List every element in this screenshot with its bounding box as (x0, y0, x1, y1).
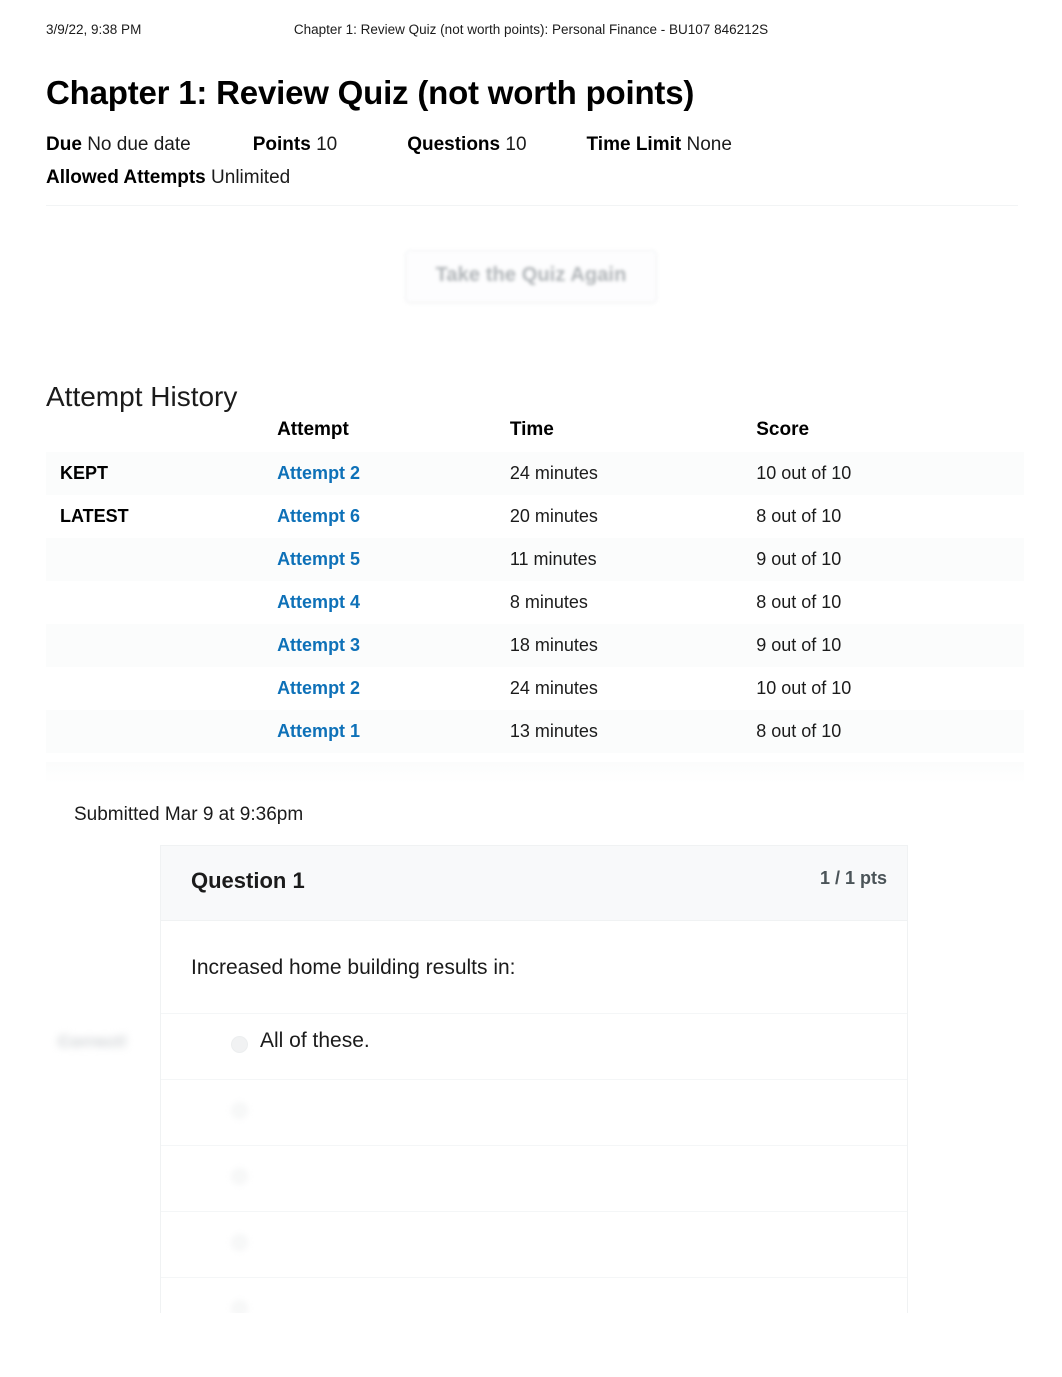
allowed-attempts-value: Unlimited (211, 167, 291, 188)
table-row: KEPT Attempt 2 24 minutes 10 out of 10 (46, 452, 1024, 495)
attempt-time: 20 minutes (509, 506, 598, 526)
take-quiz-again-button[interactable]: Take the Quiz Again (404, 250, 658, 303)
answer-option[interactable] (161, 1145, 907, 1211)
attempt-time: 18 minutes (509, 635, 598, 655)
attempt-score: 10 out of 10 (756, 463, 852, 483)
attempt-history-footer-band (46, 762, 1024, 784)
table-row: Attempt 3 18 minutes 9 out of 10 (46, 624, 1024, 667)
print-header: 3/9/22, 9:38 PM Chapter 1: Review Quiz (… (0, 22, 1062, 40)
question-prompt: Increased home building results in: (191, 956, 516, 979)
table-row: Attempt 2 24 minutes 10 out of 10 (46, 667, 1024, 710)
points-item: Points 10 (253, 128, 337, 161)
due-item: Due No due date (46, 128, 191, 161)
attempt-history-thead: Attempt Time Score (46, 412, 1024, 452)
answer-list: All of these. (161, 1013, 907, 1313)
due-label: Due (46, 134, 82, 155)
submitted-timestamp: Submitted Mar 9 at 9:36pm (74, 804, 304, 825)
metadata-divider (46, 205, 1018, 206)
attempt-score: 8 out of 10 (756, 721, 842, 741)
due-value: No due date (87, 134, 191, 155)
column-header-attempt: Attempt (277, 419, 349, 440)
answer-text (260, 1161, 383, 1185)
radio-button-icon[interactable] (231, 1036, 248, 1053)
time-limit-item: Time Limit None (587, 128, 732, 161)
table-row: LATEST Attempt 6 20 minutes 8 out of 10 (46, 495, 1024, 538)
allowed-attempts-item: Allowed Attempts Unlimited (46, 161, 290, 194)
attempt-time: 24 minutes (509, 678, 598, 698)
answer-text (260, 1095, 377, 1119)
column-header-time: Time (509, 419, 554, 440)
table-row: Attempt 1 13 minutes 8 out of 10 (46, 710, 1024, 753)
correct-answer-marker: Correct! (58, 1032, 128, 1051)
attempt-link[interactable]: Attempt 6 (277, 506, 360, 526)
attempt-link[interactable]: Attempt 2 (277, 678, 360, 698)
page-title: Chapter 1: Review Quiz (not worth points… (46, 74, 695, 112)
answer-text (260, 1293, 324, 1313)
question-header: Question 1 1 / 1 pts (161, 846, 907, 921)
table-row: Attempt 4 8 minutes 8 out of 10 (46, 581, 1024, 624)
time-limit-label: Time Limit (586, 134, 682, 155)
quiz-metadata-row-2: Allowed Attempts Unlimited (46, 161, 1026, 194)
attempt-score: 10 out of 10 (756, 678, 852, 698)
radio-button-icon[interactable] (231, 1168, 248, 1185)
questions-item: Questions 10 (407, 128, 526, 161)
radio-button-icon[interactable] (231, 1102, 248, 1119)
radio-button-icon[interactable] (231, 1234, 248, 1251)
row-flag-label: LATEST (60, 506, 129, 526)
attempt-history-heading: Attempt History (46, 381, 238, 413)
question-points: 1 / 1 pts (819, 868, 887, 888)
attempt-time: 13 minutes (509, 721, 598, 741)
retake-button-container: Take the Quiz Again (0, 250, 1062, 303)
answer-option[interactable] (161, 1211, 907, 1277)
answer-option[interactable] (161, 1079, 907, 1145)
questions-value: 10 (505, 134, 527, 155)
attempt-history-table: Attempt Time Score KEPT Attempt 2 24 min… (46, 412, 1024, 753)
print-page-title: Chapter 1: Review Quiz (not worth points… (293, 22, 769, 37)
attempt-time: 8 minutes (509, 592, 588, 612)
attempt-score: 9 out of 10 (756, 549, 842, 569)
radio-button-icon[interactable] (231, 1300, 248, 1313)
attempt-link[interactable]: Attempt 4 (277, 592, 360, 612)
answer-option[interactable]: All of these. (161, 1013, 907, 1079)
answer-option[interactable] (161, 1277, 907, 1313)
points-value: 10 (316, 134, 338, 155)
table-row: Attempt 5 11 minutes 9 out of 10 (46, 538, 1024, 581)
answer-text (260, 1227, 365, 1251)
attempt-link[interactable]: Attempt 5 (277, 549, 360, 569)
column-header-score: Score (756, 419, 810, 440)
quiz-metadata: Due No due date Points 10 Questions 10 Time… (46, 128, 1026, 194)
row-flag-label: KEPT (60, 463, 109, 483)
attempt-time: 11 minutes (509, 549, 597, 569)
question-number: Question 1 (191, 868, 305, 893)
question-card: Question 1 1 / 1 pts Increased home buil… (160, 845, 908, 1313)
attempt-link[interactable]: Attempt 3 (277, 635, 360, 655)
time-limit-value: None (686, 134, 732, 155)
column-header-flag (46, 412, 277, 452)
quiz-metadata-row-1: Due No due date Points 10 Questions 10 Time… (46, 128, 1026, 161)
attempt-score: 8 out of 10 (756, 592, 842, 612)
attempt-time: 24 minutes (509, 463, 598, 483)
questions-label: Questions (407, 134, 501, 155)
attempt-score: 8 out of 10 (756, 506, 842, 526)
allowed-attempts-label: Allowed Attempts (46, 167, 206, 188)
attempt-history-tbody: KEPT Attempt 2 24 minutes 10 out of 10 L… (46, 452, 1024, 753)
attempt-link[interactable]: Attempt 2 (277, 463, 360, 483)
attempt-score: 9 out of 10 (756, 635, 842, 655)
points-label: Points (252, 134, 311, 155)
attempt-link[interactable]: Attempt 1 (277, 721, 360, 741)
table-header-row: Attempt Time Score (46, 412, 1024, 452)
answer-text: All of these. (260, 1029, 370, 1052)
